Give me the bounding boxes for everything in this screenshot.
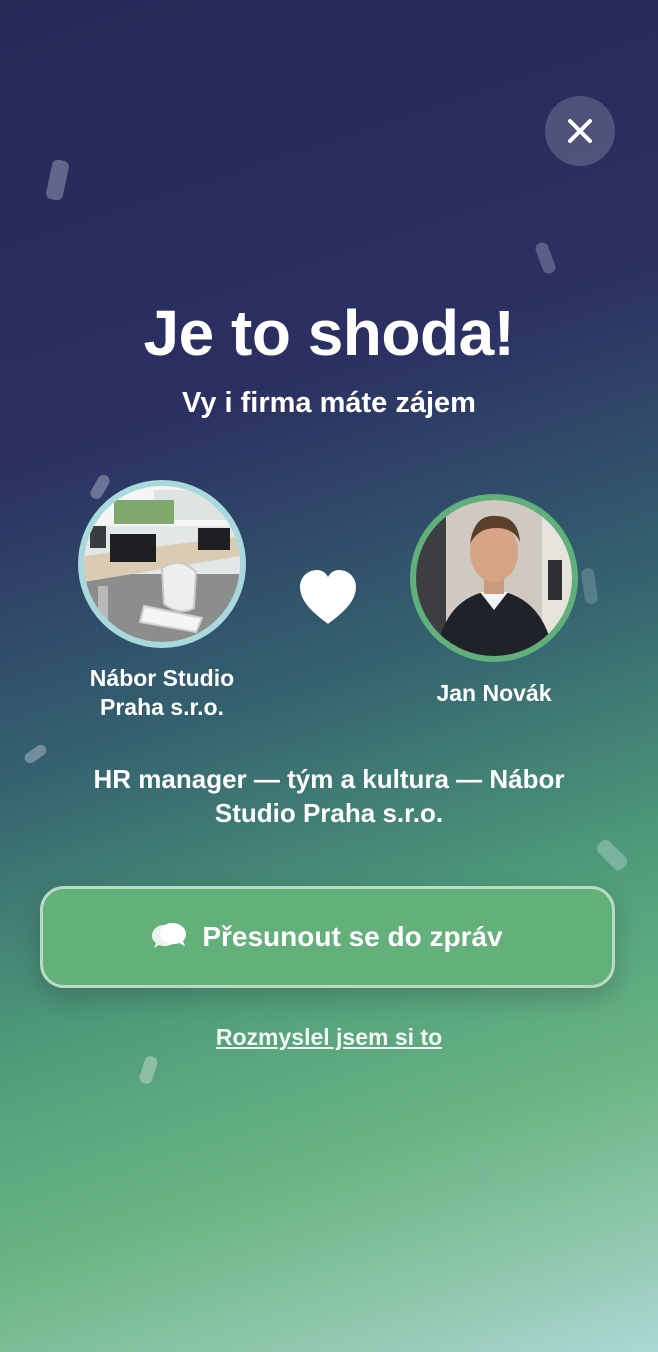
heart-icon <box>300 570 356 624</box>
go-to-messages-button[interactable]: Přesunout se do zpráv <box>40 886 615 988</box>
position-line2: Studio Praha s.r.o. <box>214 798 444 828</box>
candidate-avatar <box>410 494 578 662</box>
confetti-piece <box>45 158 70 202</box>
confetti-piece <box>88 472 112 502</box>
go-to-messages-label: Přesunout se do zpráv <box>202 921 503 952</box>
company-name-line2: Praha s.r.o. <box>99 694 224 720</box>
candidate-name: Jan Novák <box>436 680 552 706</box>
position-line1: HR manager — tým a kultura — Nábor <box>93 764 565 794</box>
close-icon <box>568 119 592 143</box>
confetti-piece <box>137 1054 160 1086</box>
confetti-piece <box>594 837 630 873</box>
company-name-line1: Nábor Studio <box>89 665 235 691</box>
chat-bubbles-icon <box>152 923 187 948</box>
confetti-piece <box>465 1150 497 1190</box>
match-subtitle: Vy i firma máte zájem <box>182 387 476 419</box>
confetti-piece <box>580 567 599 605</box>
company-name: Nábor Studio Praha s.r.o. <box>62 664 262 722</box>
match-title: Je to shoda! <box>143 297 515 369</box>
confetti-piece <box>533 240 558 276</box>
company-avatar <box>78 480 246 648</box>
close-button[interactable] <box>545 96 615 166</box>
position-description: HR manager — tým a kultura — Nábor Studi… <box>40 762 618 830</box>
reconsider-link[interactable]: Rozmyslel jsem si to <box>0 1024 658 1051</box>
